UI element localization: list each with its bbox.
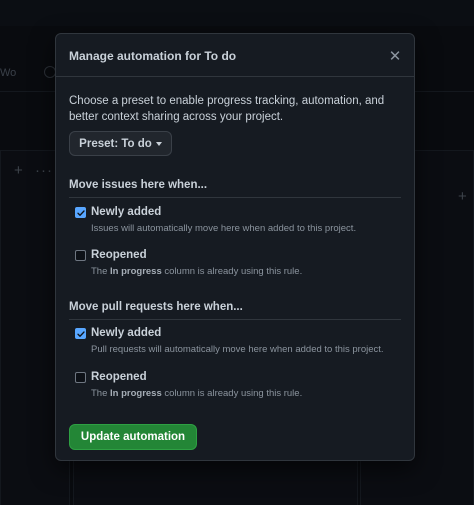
background-tab-label: Wo [0,67,17,79]
close-icon: ✕ [388,48,402,65]
update-automation-button[interactable]: Update automation [69,424,197,450]
close-button[interactable]: ✕ [384,45,406,67]
prs-newly-added-checkbox[interactable] [75,328,86,339]
prs-reopened-checkbox[interactable] [75,372,86,383]
background-add-card-icon: + [14,162,23,179]
check-icon [76,330,85,337]
description-suffix: column is already using this rule. [161,266,303,277]
dialog-intro-text: Choose a preset to enable progress track… [69,95,385,123]
description-column-name: In progress [110,266,162,277]
automation-dialog: Manage automation for To do ✕ Choose a p… [55,33,415,461]
prs-reopened-description: The In progress column is already using … [91,388,302,399]
prs-newly-added-label[interactable]: Newly added [91,327,161,339]
description-prefix: The [91,266,111,277]
chevron-down-icon [155,142,162,146]
prs-reopened-label[interactable]: Reopened [91,371,147,383]
dialog-title: Manage automation for To do [69,49,237,63]
background-add-column-icon: + [458,188,467,205]
issues-newly-added-description: Issues will automatically move here when… [91,223,357,234]
issues-section-heading: Move issues here when... [69,179,401,198]
issues-newly-added-label[interactable]: Newly added [91,206,161,218]
preset-label: Preset: To do [79,137,152,150]
prs-newly-added-description: Pull requests will automatically move he… [91,344,384,355]
description-prefix: The [91,388,111,399]
issues-reopened-checkbox[interactable] [75,250,86,261]
description-suffix: column is already using this rule. [161,388,303,399]
description-column-name: In progress [110,388,162,399]
dialog-header: Manage automation for To do ✕ [56,34,414,77]
issues-reopened-description: The In progress column is already using … [91,266,302,277]
preset-dropdown-button[interactable]: Preset: To do [69,131,172,156]
issues-reopened-label[interactable]: Reopened [91,249,147,261]
background-topbar [0,0,474,26]
issues-newly-added-checkbox[interactable] [75,207,86,218]
check-icon [76,209,85,216]
prs-section-heading: Move pull requests here when... [69,301,401,320]
background-column-menu-icon: ··· [35,162,53,179]
